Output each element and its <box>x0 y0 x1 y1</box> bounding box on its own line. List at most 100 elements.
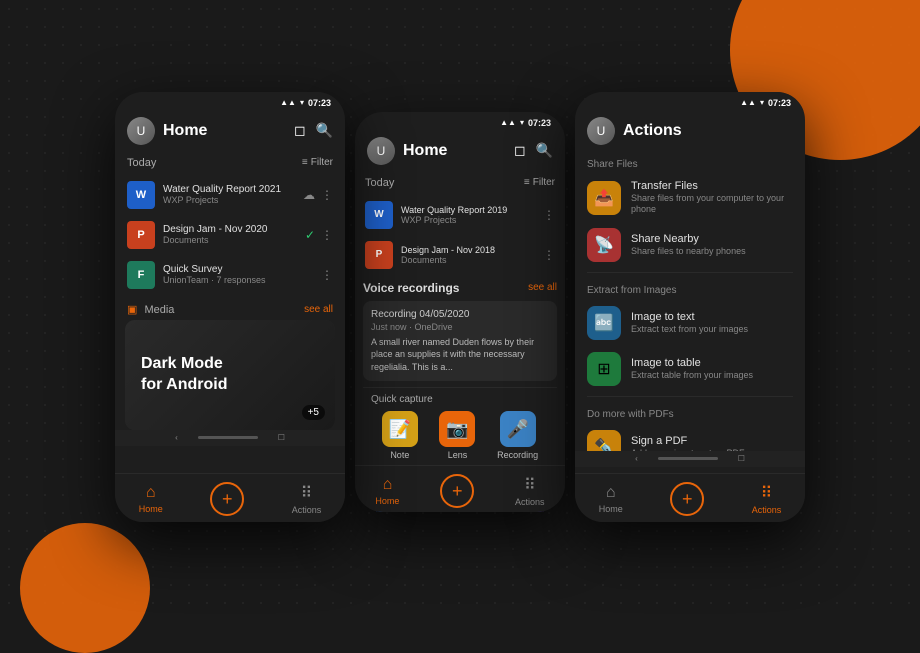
avatar-initial-right: U <box>597 124 606 138</box>
action-name-sign-right: Sign a PDF <box>631 435 745 447</box>
nav-fab-center[interactable]: + <box>440 474 474 508</box>
file-icon-word-left-0: W <box>127 181 155 209</box>
quick-lens-center[interactable]: 📷 Lens <box>439 411 475 460</box>
today-label-left: Today <box>127 157 156 169</box>
actions-icon-center: ⠿ <box>524 475 536 495</box>
file-info-left-1: Design Jam - Nov 2020 Documents <box>163 224 297 245</box>
filter-icon-left: ≡ <box>302 157 308 168</box>
more-icon-center-0[interactable]: ⋮ <box>543 208 555 222</box>
media-see-all-left[interactable]: see all <box>304 304 333 315</box>
nav-actions-left[interactable]: ⠿ Actions <box>292 483 322 515</box>
nav-fab-left[interactable]: + <box>210 482 244 516</box>
content-center: Today ≡ Filter W Water Quality Report 20… <box>355 171 565 512</box>
share-glyph: 📡 <box>594 235 614 255</box>
nav-fab-right[interactable]: + <box>670 482 704 516</box>
voice-card-center[interactable]: Recording 04/05/2020 Just now · OneDrive… <box>363 301 557 382</box>
gesture-line-right <box>658 457 718 460</box>
square-icon-right[interactable]: ☐ <box>738 454 745 463</box>
folder-icon-left[interactable]: ◻ <box>294 122 306 139</box>
more-icon-left-2[interactable]: ⋮ <box>321 268 333 282</box>
app-bar-icons-left: ◻ 🔍 <box>294 122 333 139</box>
media-icon-left: ▣ <box>127 304 137 316</box>
action-transfer-right[interactable]: 📤 Transfer Files Share files from your c… <box>587 174 793 222</box>
search-icon-center[interactable]: 🔍 <box>536 142 553 159</box>
nav-home-left[interactable]: ⌂ Home <box>139 484 163 514</box>
voice-see-all-center[interactable]: see all <box>528 282 557 293</box>
folder-icon-center[interactable]: ◻ <box>514 142 526 159</box>
file-info-left-2: Quick Survey UnionTeam · 7 responses <box>163 264 313 285</box>
gesture-line-left <box>198 436 258 439</box>
file-item-0-left[interactable]: W Water Quality Report 2021 WXP Projects… <box>125 175 335 215</box>
quick-note-center[interactable]: 📝 Note <box>382 411 418 460</box>
more-icon-left-0[interactable]: ⋮ <box>321 188 333 202</box>
fab-icon-left: + <box>222 490 233 508</box>
media-title-text-left: Media <box>144 304 174 316</box>
square-icon-left[interactable]: ☐ <box>278 433 285 442</box>
sign-icon-right: ✒️ <box>587 430 621 451</box>
nav-actions-center[interactable]: ⠿ Actions <box>515 475 545 507</box>
share-icon-right: 📡 <box>587 228 621 262</box>
avatar-left: U <box>127 117 155 145</box>
avatar-right: U <box>587 117 615 145</box>
action-desc-img-text-right: Extract text from your images <box>631 324 748 336</box>
file-name-left-1: Design Jam - Nov 2020 <box>163 224 297 235</box>
status-bar-right: ▲▲ ▾ 07:23 <box>575 92 805 111</box>
group-title-0-right: Share Files <box>587 151 793 174</box>
gesture-bar-right: ‹ ☐ <box>575 451 805 467</box>
nav-home-center[interactable]: ⌂ Home <box>375 476 399 506</box>
quick-items-center: 📝 Note 📷 Lens 🎤 Recording <box>371 411 549 460</box>
file-actions-left-1: ✓ ⋮ <box>305 228 333 242</box>
app-bar-left: U Home ◻ 🔍 <box>115 111 345 151</box>
action-desc-img-table-right: Extract table from your images <box>631 370 753 382</box>
action-sign-right[interactable]: ✒️ Sign a PDF Add your signature to a PD… <box>587 424 793 451</box>
action-img-text-right[interactable]: 🔤 Image to text Extract text from your i… <box>587 300 793 346</box>
filter-left[interactable]: ≡ Filter <box>302 157 333 168</box>
media-card-text-left: Dark Modefor Android <box>141 354 228 396</box>
group-title-1-right: Extract from Images <box>587 277 793 300</box>
check-icon-left-1[interactable]: ✓ <box>305 228 315 242</box>
avatar-face-right: U <box>587 117 615 145</box>
file-item-0-center[interactable]: W Water Quality Report 2019 WXP Projects… <box>363 195 557 235</box>
transfer-glyph: 📤 <box>594 188 614 208</box>
decorative-circle-bottom <box>20 523 150 653</box>
action-share-right[interactable]: 📡 Share Nearby Share files to nearby pho… <box>587 222 793 268</box>
more-icon-center-1[interactable]: ⋮ <box>543 248 555 262</box>
file-item-1-left[interactable]: P Design Jam - Nov 2020 Documents ✓ ⋮ <box>125 215 335 255</box>
filter-center[interactable]: ≡ Filter <box>524 177 555 188</box>
back-icon-right[interactable]: ‹ <box>635 454 638 463</box>
app-bar-center: U Home ◻ 🔍 <box>355 131 565 171</box>
more-icon-left-1[interactable]: ⋮ <box>321 228 333 242</box>
quick-recording-center[interactable]: 🎤 Recording <box>497 411 538 460</box>
file-sub-center-1: Documents <box>401 255 535 265</box>
nav-home-right[interactable]: ⌂ Home <box>599 484 623 514</box>
bottom-nav-left: ⌂ Home + ⠿ Actions <box>115 473 345 522</box>
quick-title-center: Quick capture <box>371 394 549 405</box>
phone-right: ▲▲ ▾ 07:23 U Actions Share Files 📤 Trans <box>575 92 805 522</box>
app-bar-icons-center: ◻ 🔍 <box>514 142 553 159</box>
action-info-sign-right: Sign a PDF Add your signature to a PDF <box>631 435 745 451</box>
file-item-2-left[interactable]: F Quick Survey UnionTeam · 7 responses ⋮ <box>125 255 335 295</box>
quick-capture-center: Quick capture 📝 Note 📷 Lens 🎤 Recording <box>363 387 557 466</box>
avatar-face-left: U <box>127 117 155 145</box>
voice-header-center: Voice recordings see all <box>363 275 557 301</box>
divider-2-right <box>587 396 793 397</box>
home-label-left: Home <box>139 504 163 514</box>
cloud-icon-left-0[interactable]: ☁ <box>303 188 315 202</box>
file-name-center-0: Water Quality Report 2019 <box>401 205 535 215</box>
action-desc-share-right: Share files to nearby phones <box>631 246 746 258</box>
nav-actions-right[interactable]: ⠿ Actions <box>752 483 782 515</box>
action-desc-sign-right: Add your signature to a PDF <box>631 448 745 451</box>
file-name-left-2: Quick Survey <box>163 264 313 275</box>
action-img-table-right[interactable]: ⊞ Image to table Extract table from your… <box>587 346 793 392</box>
voice-title-center: Voice recordings <box>363 281 459 295</box>
file-item-1-center[interactable]: P Design Jam - Nov 2018 Documents ⋮ <box>363 235 557 275</box>
filter-icon-center: ≡ <box>524 177 530 188</box>
media-card-left[interactable]: Dark Modefor Android +5 <box>125 320 335 430</box>
avatar-face-center: U <box>367 137 395 165</box>
app-title-right: Actions <box>623 122 793 140</box>
file-sub-left-1: Documents <box>163 235 297 245</box>
back-icon-left[interactable]: ‹ <box>175 433 178 442</box>
search-icon-left[interactable]: 🔍 <box>316 122 333 139</box>
file-sub-left-2: UnionTeam · 7 responses <box>163 275 313 285</box>
home-label-center: Home <box>375 496 399 506</box>
